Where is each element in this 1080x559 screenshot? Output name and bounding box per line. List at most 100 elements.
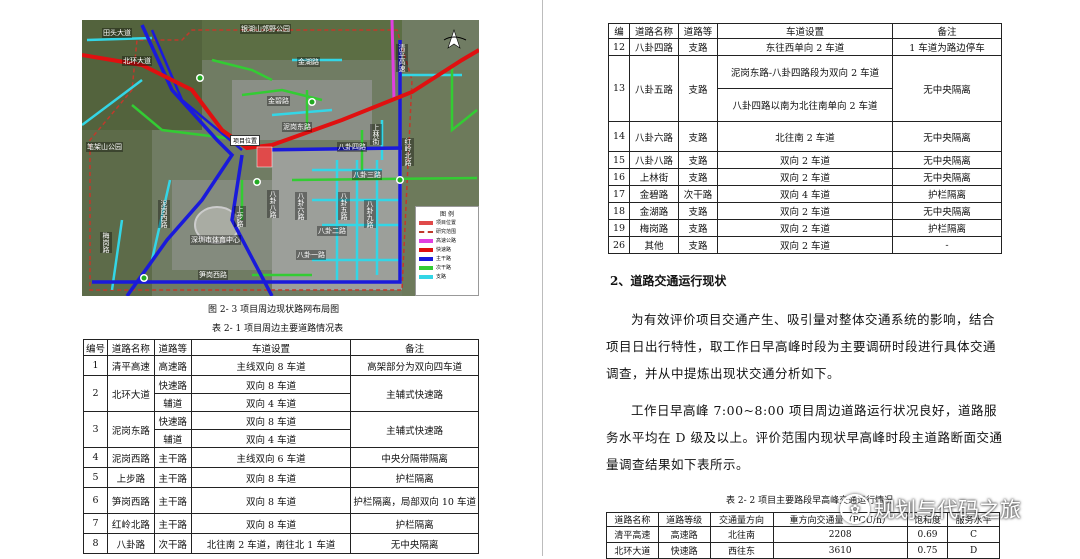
label-shanglin: 上林街 [370, 124, 382, 145]
legend-item: 快速路 [416, 245, 478, 254]
label-nigang-east: 泥岗东路 [282, 122, 312, 132]
cell-grade: 主干路 [153, 513, 192, 534]
table-cell: 0.69 [906, 526, 949, 543]
cell-name: 金湖路 [629, 202, 679, 220]
table1-caption: 表 2- 1 项目周边主要道路情况表 [212, 324, 344, 334]
cell-lanes: 主线双向 6 车道 [190, 447, 352, 468]
page-divider [542, 0, 543, 556]
cell-grade: 辅道 [153, 429, 192, 448]
table-row: 12 八卦四路 支路 东往西单向 2 车道 1 车道为路边停车 [608, 38, 1002, 56]
cell-name: 梅岗路 [629, 219, 679, 237]
cell-note: 高架部分为双向四车道 [350, 355, 479, 376]
cell-grade: 支路 [678, 151, 718, 169]
legend-label: 支路 [436, 274, 447, 280]
cell-grade: 辅道 [153, 393, 192, 412]
cell-name: 泥岗东路 [107, 411, 155, 448]
label-bagua-yi: 八卦一路 [296, 250, 326, 260]
cell-no: 26 [608, 236, 630, 254]
cell-no: 4 [82, 447, 109, 468]
legend-label: 高速公路 [436, 238, 457, 244]
legend-label: 次干路 [436, 265, 452, 271]
cell-no: 12 [608, 38, 630, 56]
wechat-logo-icon: ✿ [840, 494, 870, 524]
col-header: 交通量方向 [709, 512, 774, 527]
legend-swatch [419, 230, 433, 233]
col-header: 道路名称 [606, 512, 659, 527]
table-cell: 北环大道 [606, 542, 659, 559]
legend-item: 主干路 [416, 254, 478, 263]
cell-lanes: 双向 8 车道 [190, 513, 352, 534]
table-cell: D [947, 542, 1000, 559]
legend-label: 快速路 [436, 247, 452, 253]
col-header-grade: 道路等 [153, 339, 192, 356]
cell-lanes: 双向 4 车道 [190, 429, 352, 448]
cell-lanes: 双向 4 车道 [190, 393, 352, 412]
table-row: 清平高速 高速路 北往南 2208 0.69 C [606, 526, 1000, 543]
table-row: 3 泥岗东路 快速路 双向 8 车道 主辅式快速路 [82, 411, 479, 448]
table-row: 14 八卦六路 支路 北往南 2 车道 无中央隔离 [608, 121, 1002, 152]
cell-grade: 次干路 [678, 185, 718, 203]
cell-note: 护栏隔离 [892, 219, 1002, 237]
table-cell: 高速路 [657, 526, 711, 543]
cell-name: 红岭北路 [107, 513, 155, 534]
legend-item: 研究范围 [416, 227, 478, 236]
map-legend: 图 例 项目位置 研究范围 高速公路 快速路 主干路 次干路 支路 [415, 206, 479, 296]
cell-lanes: 北往南 2 车道，南往北 1 车道 [190, 533, 352, 554]
cell-grade: 支路 [678, 202, 718, 220]
legend-item: 次干路 [416, 263, 478, 272]
cell-lanes: 北往南 2 车道 [717, 121, 893, 152]
cell-no: 2 [82, 375, 109, 412]
cell-grade: 主干路 [153, 447, 192, 468]
table-cell: 西往东 [709, 542, 774, 559]
legend-swatch [419, 247, 433, 252]
cell-grade: 支路 [678, 219, 718, 237]
cell-grade: 支路 [678, 236, 718, 254]
cell-note: 无中央隔离 [892, 202, 1002, 220]
label-project-location: 项目位置 [230, 135, 261, 146]
table-row: 19 梅岗路 支路 双向 2 车道 护栏隔离 [608, 219, 1002, 237]
cell-note: 无中央隔离 [892, 151, 1002, 169]
cell-name: 其他 [629, 236, 679, 254]
table-cell: 3610 [772, 542, 908, 559]
label-bagua-wu: 八卦五路 [338, 192, 350, 220]
cell-no: 19 [608, 219, 630, 237]
label-sungang-west: 笋岗西路 [198, 270, 228, 280]
cell-lanes: 主线双向 8 车道 [190, 355, 352, 376]
table-row: 15 八卦八路 支路 双向 2 车道 无中央隔离 [608, 151, 1002, 169]
legend-item: 项目位置 [416, 218, 478, 227]
cell-no: 6 [82, 487, 109, 514]
label-shangbu: 上步路 [234, 206, 246, 227]
table-cell: C [947, 526, 1000, 543]
cell-note: 无中央隔离 [350, 533, 479, 554]
cell-name: 笋岗西路 [107, 487, 155, 514]
cell-lanes: 双向 8 车道 [190, 487, 352, 514]
cell-lanes: 八卦四路以南为北往南单向 2 车道 [717, 88, 893, 122]
cell-grade: 支路 [678, 38, 718, 56]
cell-name: 八卦路 [107, 533, 155, 554]
cell-note: 主辅式快速路 [350, 375, 479, 412]
table-row: 26 其他 支路 双向 2 车道 - [608, 236, 1002, 254]
label-tiantou-road: 田头大道 [102, 28, 132, 38]
cell-no: 8 [82, 533, 109, 554]
cell-no: 17 [608, 185, 630, 203]
cell-lanes: 双向 2 车道 [717, 168, 893, 186]
table-row: 5 上步路 主干路 双向 8 车道 护栏隔离 [82, 467, 479, 488]
col-header-lanes: 车道设置 [190, 339, 352, 356]
table-cell: 北往南 [709, 526, 774, 543]
cell-grade: 主干路 [153, 467, 192, 488]
cell-grade: 高速路 [153, 355, 192, 376]
col-header-no: 编 [608, 23, 630, 39]
label-meigang: 梅岗路 [100, 232, 112, 253]
cell-lanes: 东往西单向 2 车道 [717, 38, 893, 56]
cell-note: 中央分隔带隔离 [350, 447, 479, 468]
cell-no: 3 [82, 411, 109, 448]
label-bagua3: 八卦三路 [352, 170, 382, 180]
cell-no: 13 [608, 55, 630, 122]
table-cell: 0.75 [906, 542, 949, 559]
table-row: 7 红岭北路 主干路 双向 8 车道 护栏隔离 [82, 513, 479, 534]
table-row: 18 金湖路 支路 双向 2 车道 无中央隔离 [608, 202, 1002, 220]
table-cell: 快速路 [657, 542, 711, 559]
cell-name: 北环大道 [107, 375, 155, 412]
cell-lanes: 双向 2 车道 [717, 236, 893, 254]
cell-note: 护栏隔离 [892, 185, 1002, 203]
